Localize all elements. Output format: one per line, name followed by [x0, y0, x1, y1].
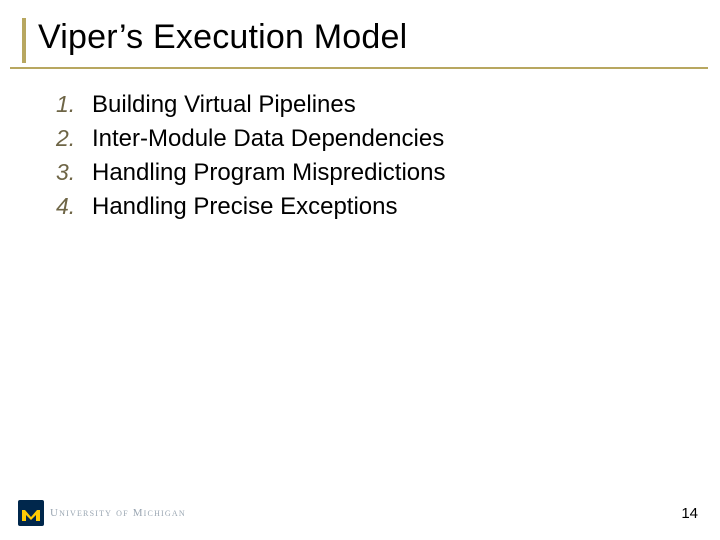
footer: University of Michigan 14: [18, 500, 698, 526]
title-underline: [10, 67, 708, 69]
numbered-list: 1. Building Virtual Pipelines 2. Inter-M…: [56, 91, 698, 221]
block-m-icon: [18, 500, 44, 526]
logo-text: University of Michigan: [50, 507, 186, 519]
list-number: 4.: [56, 193, 92, 220]
list-text: Handling Program Mispredictions: [92, 159, 445, 187]
university-logo: University of Michigan: [18, 500, 186, 526]
list-number: 2.: [56, 125, 92, 152]
list-item: 1. Building Virtual Pipelines: [56, 91, 698, 119]
list-item: 3. Handling Program Mispredictions: [56, 159, 698, 187]
list-text: Handling Precise Exceptions: [92, 193, 398, 221]
page-number: 14: [681, 505, 698, 522]
list-number: 1.: [56, 91, 92, 118]
list-number: 3.: [56, 159, 92, 186]
title-block: Viper’s Execution Model: [22, 18, 698, 63]
slide-title: Viper’s Execution Model: [38, 18, 698, 63]
list-text: Inter-Module Data Dependencies: [92, 125, 444, 153]
list-text: Building Virtual Pipelines: [92, 91, 356, 119]
list-item: 4. Handling Precise Exceptions: [56, 193, 698, 221]
list-item: 2. Inter-Module Data Dependencies: [56, 125, 698, 153]
slide: Viper’s Execution Model 1. Building Virt…: [0, 0, 720, 540]
